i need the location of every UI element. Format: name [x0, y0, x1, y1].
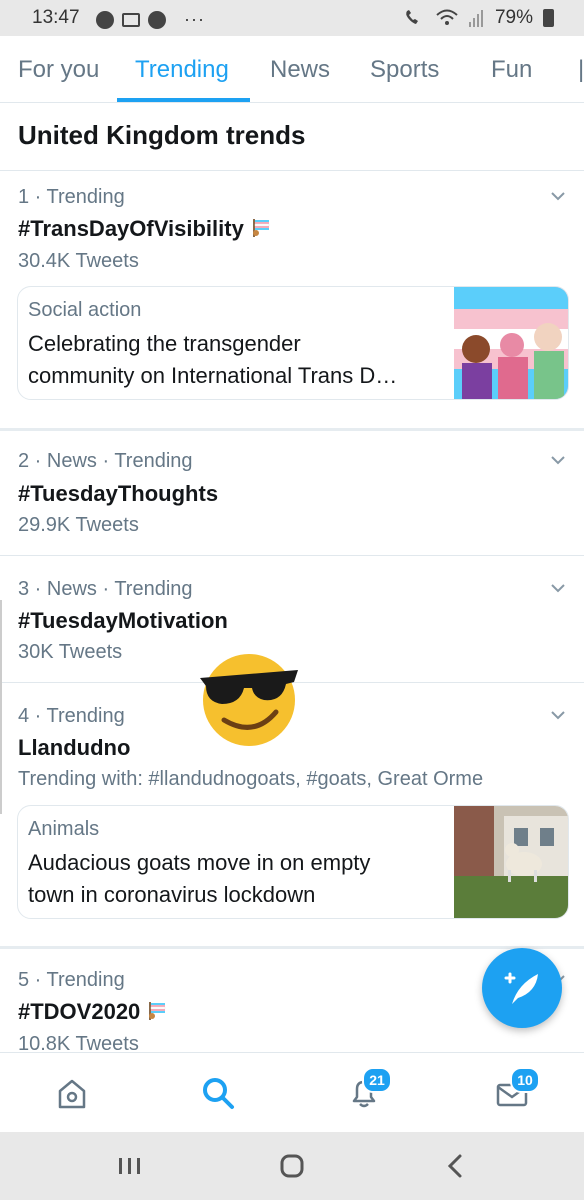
home-icon — [58, 1079, 86, 1109]
nav-search[interactable] — [198, 1073, 238, 1113]
card-thumbnail-photo — [454, 806, 568, 918]
chevron-down-icon[interactable] — [550, 580, 566, 596]
card-category: Animals — [28, 818, 100, 840]
edge-panel-handle[interactable] — [0, 600, 8, 814]
nav-messages[interactable]: 10 — [492, 1067, 540, 1113]
active-tab-indicator — [117, 98, 250, 102]
trend-meta: 5 · Trending — [18, 969, 125, 991]
trending-with: Trending with: #llandudnogoats, #goats, … — [18, 768, 484, 790]
card-category: Social action — [28, 299, 142, 321]
tab-trending[interactable]: Trending — [135, 56, 229, 84]
feather-plus-icon — [504, 972, 538, 1004]
trend-name: #TuesdayThoughts — [18, 481, 219, 506]
tweet-count: 30.4K Tweets — [18, 250, 139, 272]
nav-home[interactable] — [52, 1073, 92, 1113]
trend-name: Llandudno — [18, 735, 131, 760]
wifi-call-icon — [406, 10, 418, 24]
messenger-icon — [96, 10, 114, 29]
explore-tabs: For you Trending News Sports Fun | — [0, 36, 584, 103]
trend-news-card[interactable]: Social action Celebrating the transgende… — [17, 286, 569, 400]
tweet-count: 29.9K Tweets — [18, 514, 139, 536]
chevron-down-icon[interactable] — [550, 707, 566, 723]
card-thumbnail-illustration — [454, 287, 568, 399]
page-title: United Kingdom trends — [18, 120, 306, 150]
chevron-down-icon[interactable] — [550, 188, 566, 204]
trend-meta: 3 · News · Trending — [18, 578, 193, 600]
tweet-count: 30K Tweets — [18, 641, 123, 663]
status-bar: 13:47 ··· 79% — [0, 0, 584, 36]
system-navigation-bar — [0, 1132, 584, 1200]
trend-news-card[interactable]: Animals Audacious goats move in on empty… — [17, 805, 569, 919]
trend-name: #TransDayOfVisibility — [18, 216, 244, 241]
mail-icon — [122, 12, 140, 27]
divider — [0, 170, 584, 171]
sunglasses-emoji-sticker — [200, 654, 298, 746]
battery-level: 79% — [494, 7, 533, 28]
messages-badge: 10 — [510, 1067, 540, 1093]
search-icon — [203, 1078, 234, 1109]
bottom-navigation: 21 10 — [0, 1052, 584, 1133]
tab-sports[interactable]: Sports — [370, 56, 439, 84]
tab-for-you[interactable]: For you — [18, 56, 99, 84]
recent-apps-icon[interactable] — [110, 1150, 150, 1182]
trend-meta: 4 · Trending — [18, 705, 125, 727]
trend-meta: 1 · Trending — [18, 186, 125, 208]
tab-news[interactable]: News — [270, 56, 330, 84]
divider — [0, 555, 584, 556]
card-headline-line2: community on International Trans D… — [28, 363, 398, 388]
notifications-badge: 21 — [362, 1067, 392, 1093]
nav-notifications[interactable]: 21 — [344, 1067, 392, 1113]
trend-meta: 2 · News · Trending — [18, 450, 193, 472]
tab-next-partial[interactable]: | — [578, 56, 584, 84]
notification-icon — [148, 10, 166, 29]
card-headline-line1: Audacious goats move in on empty — [28, 850, 371, 875]
section-divider — [0, 428, 584, 431]
trend-name: #TDOV2020 — [18, 999, 141, 1024]
trans-flag-icon — [252, 219, 270, 237]
tab-fun[interactable]: Fun — [491, 56, 532, 84]
trend-name: #TuesdayMotivation — [18, 608, 228, 633]
signal-icon — [468, 10, 483, 27]
status-time: 13:47 — [32, 7, 80, 28]
compose-tweet-button[interactable] — [482, 948, 562, 1028]
home-button-icon[interactable] — [272, 1150, 312, 1182]
more-dots-icon: ··· — [184, 9, 205, 29]
card-headline-line2: town in coronavirus lockdown — [28, 882, 316, 907]
wifi-icon — [436, 9, 458, 25]
battery-icon — [543, 9, 554, 27]
trans-flag-icon — [149, 1002, 166, 1020]
card-headline-line1: Celebrating the transgender — [28, 331, 301, 356]
chevron-down-icon[interactable] — [550, 452, 566, 468]
back-icon[interactable] — [436, 1150, 476, 1182]
